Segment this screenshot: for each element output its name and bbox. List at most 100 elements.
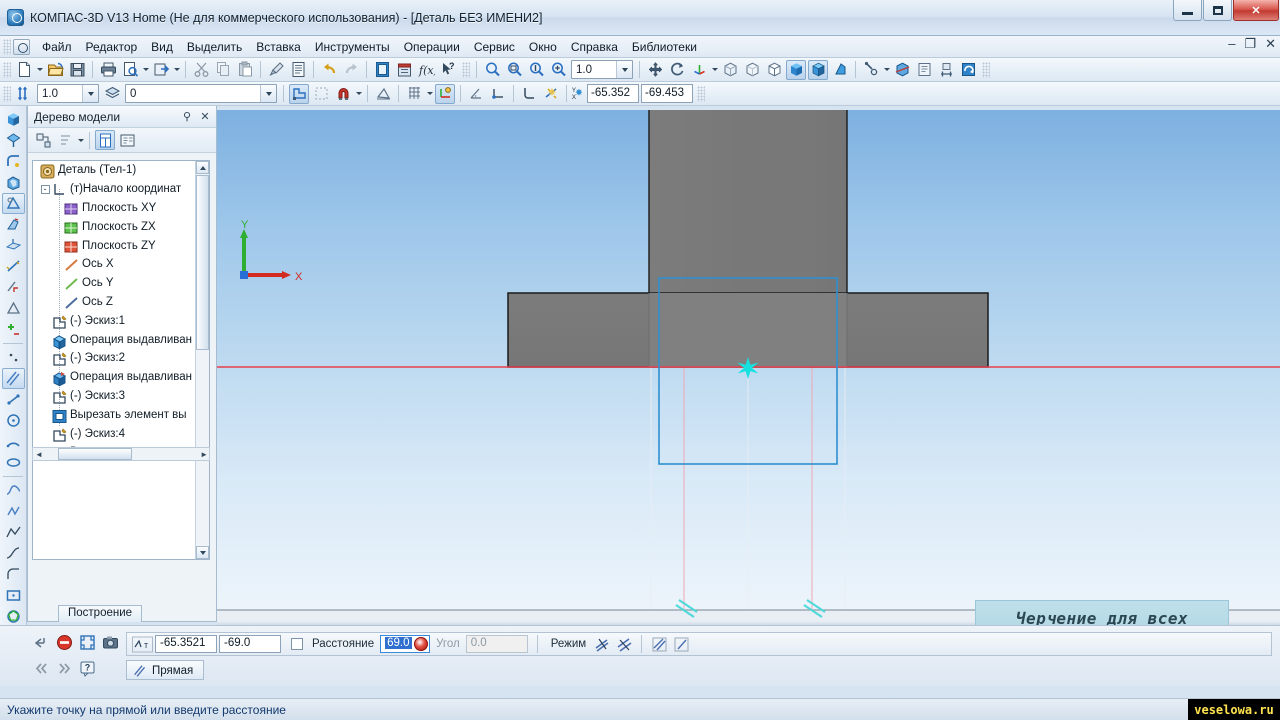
plane-icon[interactable] xyxy=(2,235,25,256)
paste-icon[interactable] xyxy=(235,60,255,80)
model-viewport[interactable]: Y X xyxy=(217,110,1280,621)
minimize-button[interactable] xyxy=(1173,0,1202,21)
mode-hatch-single-icon[interactable] xyxy=(671,634,691,654)
coords-grip-icon[interactable] xyxy=(697,85,705,102)
tree-node-sketch-1[interactable]: (-) Эскиз:1 xyxy=(33,311,209,330)
grid-icon[interactable] xyxy=(404,84,424,104)
tree-tab-build[interactable]: Построение xyxy=(58,605,143,622)
shaded-icon[interactable] xyxy=(808,59,828,80)
tree-scroll-down-button[interactable] xyxy=(196,546,209,559)
simplify-icon[interactable] xyxy=(914,60,934,80)
new-document-dropdown-icon[interactable] xyxy=(35,60,44,80)
tree-hscroll-left-button[interactable]: ◄ xyxy=(33,450,45,459)
tree-node-axis-y[interactable]: Ось Y xyxy=(33,274,209,293)
distance-checkbox[interactable] xyxy=(291,638,303,650)
tree-hscroll-right-button[interactable]: ► xyxy=(200,450,208,459)
circle-icon[interactable] xyxy=(2,410,25,431)
new-document-icon[interactable] xyxy=(14,60,34,80)
zoom-scale-dropdown-icon[interactable] xyxy=(616,61,632,78)
pin-icon[interactable]: ⚲ xyxy=(180,110,194,124)
menu-item-operations[interactable]: Операции xyxy=(397,38,467,56)
tree-view-mode-icon[interactable] xyxy=(95,130,115,150)
line-style-combo[interactable] xyxy=(37,84,99,103)
command-tab-line[interactable]: Прямая xyxy=(126,660,205,680)
point-x-field[interactable]: -65.3521 xyxy=(155,635,217,653)
current-state-grip-icon[interactable] xyxy=(3,85,11,102)
tree-node-origin[interactable]: - (т)Начало координат xyxy=(33,180,209,199)
restrict-angle-icon[interactable] xyxy=(466,84,486,104)
print-preview-dropdown-icon[interactable] xyxy=(141,60,150,80)
tree-sort-icon[interactable] xyxy=(55,130,75,150)
menu-item-libraries[interactable]: Библиотеки xyxy=(625,38,704,56)
tree-structure-icon[interactable] xyxy=(33,130,53,150)
tree-detail-icon[interactable] xyxy=(117,130,137,150)
doc-restore-button[interactable]: ❐ xyxy=(1244,37,1256,50)
line-style-input[interactable] xyxy=(38,85,82,102)
parametric-mode-icon[interactable] xyxy=(333,84,353,104)
save-document-icon[interactable] xyxy=(67,60,87,80)
point-icon[interactable] xyxy=(2,347,25,368)
measure-icon[interactable] xyxy=(936,60,956,80)
line-style-dropdown-icon[interactable] xyxy=(82,85,98,102)
local-cs-icon[interactable] xyxy=(435,83,455,104)
layer-dropdown-icon[interactable] xyxy=(260,85,276,102)
cursor-y-field[interactable]: -69.453 xyxy=(641,84,693,103)
properties-icon[interactable] xyxy=(288,60,308,80)
menu-item-service[interactable]: Сервис xyxy=(467,38,522,56)
parametric-dropdown-icon[interactable] xyxy=(354,84,363,104)
hidden-lines-thin-icon[interactable] xyxy=(742,60,762,80)
print-icon[interactable] xyxy=(98,60,118,80)
point-y-field[interactable]: -69.0 xyxy=(219,635,281,653)
zoom-in-out-icon[interactable] xyxy=(526,60,546,80)
tree-sort-dropdown-icon[interactable] xyxy=(76,130,85,150)
snap-setup-icon[interactable] xyxy=(373,84,393,104)
mode-hatch-both-icon[interactable] xyxy=(649,634,669,654)
maximize-view-icon[interactable] xyxy=(77,632,98,653)
copy-icon[interactable] xyxy=(213,60,233,80)
close-button[interactable]: ✕ xyxy=(1233,0,1279,21)
polyline-icon[interactable] xyxy=(2,522,25,543)
sketch-hidden-icon[interactable] xyxy=(311,84,331,104)
orientation-icon[interactable] xyxy=(689,60,709,80)
orthogonal-icon[interactable] xyxy=(519,84,539,104)
point-tool-icon[interactable] xyxy=(2,319,25,340)
tree-node-extrude-1[interactable]: Операция выдавливан xyxy=(33,330,209,349)
menu-item-view[interactable]: Вид xyxy=(144,38,180,56)
toolbar-grip2-icon[interactable] xyxy=(462,61,470,78)
model-tree-list[interactable]: Деталь (Тел-1) - (т)Начало координат Пло… xyxy=(32,160,210,560)
tree-node-extrude-2[interactable]: Операция выдавливан xyxy=(33,368,209,387)
rotate-icon[interactable] xyxy=(667,60,687,80)
tree-scroll-thumb[interactable] xyxy=(196,175,209,350)
sketch-mode-icon[interactable] xyxy=(289,83,309,104)
menu-item-insert[interactable]: Вставка xyxy=(249,38,308,56)
curve-icon[interactable] xyxy=(2,480,25,501)
doc-minimize-button[interactable]: – xyxy=(1228,37,1235,50)
ellipse-icon[interactable] xyxy=(2,452,25,473)
variables-icon[interactable] xyxy=(394,60,414,80)
menu-grip-icon[interactable] xyxy=(3,38,11,55)
close-panel-icon[interactable]: ✕ xyxy=(198,110,212,124)
rectangle-icon[interactable] xyxy=(2,585,25,606)
distance-spin-icon[interactable] xyxy=(414,637,429,651)
extrude-operation-icon[interactable] xyxy=(2,109,25,130)
open-document-icon[interactable] xyxy=(45,60,65,80)
draft-icon[interactable] xyxy=(2,193,25,214)
cursor-x-field[interactable]: -65.352 xyxy=(587,84,639,103)
autocreate-object-icon[interactable] xyxy=(31,632,52,653)
orientation-dropdown-icon[interactable] xyxy=(710,60,719,80)
tree-node-plane-xy[interactable]: Плоскость XY xyxy=(33,199,209,218)
distance-field[interactable]: 69.0 xyxy=(380,635,431,653)
tree-node-sketch-3[interactable]: (-) Эскиз:3 xyxy=(33,387,209,406)
polygon-icon[interactable] xyxy=(2,606,25,627)
spline-icon[interactable] xyxy=(2,543,25,564)
expression-icon[interactable]: f(x) xyxy=(416,60,436,80)
cut-extrude-icon[interactable] xyxy=(2,130,25,151)
print-preview-icon[interactable] xyxy=(120,60,140,80)
prev-step-icon[interactable] xyxy=(31,658,52,679)
local-origin-icon[interactable] xyxy=(488,84,508,104)
interrupt-command-icon[interactable] xyxy=(54,632,75,653)
axis-icon[interactable] xyxy=(2,256,25,277)
midplane-icon[interactable] xyxy=(2,298,25,319)
zoom-scale-input[interactable] xyxy=(572,61,616,78)
tree-node-axis-x[interactable]: Ось X xyxy=(33,255,209,274)
